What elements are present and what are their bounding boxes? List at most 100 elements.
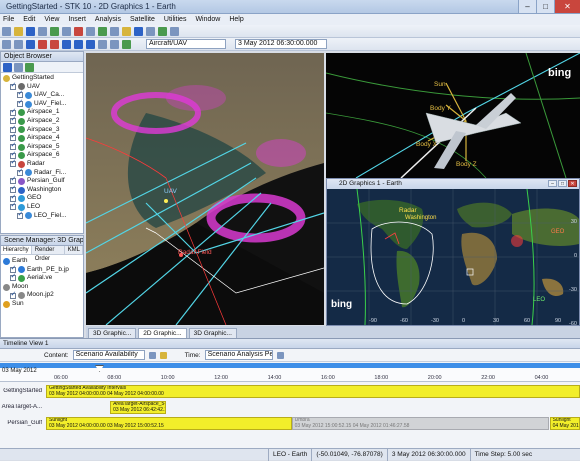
timeline-interval-bar[interactable]: Umbra 03 May 2012 15:00:52.15 04 May 2012… [291, 417, 550, 430]
visibility-checkbox[interactable] [10, 202, 16, 211]
scene-tree-item[interactable]: Moon.jp2 [1, 291, 83, 300]
scene-visibility-checkbox[interactable] [10, 265, 16, 273]
visibility-checkbox[interactable] [10, 108, 16, 116]
menu-analysis[interactable]: Analysis [95, 16, 121, 23]
visibility-checkbox[interactable] [10, 82, 16, 90]
terrain-icon[interactable] [158, 26, 167, 36]
step-back-icon[interactable] [38, 39, 47, 49]
increase-step-icon[interactable] [110, 39, 119, 49]
decrease-step-icon[interactable] [98, 39, 107, 49]
zoom-icon[interactable] [146, 26, 155, 36]
timeline-edit-icon[interactable] [159, 351, 167, 359]
status-frame: LEO - Earth [268, 448, 311, 461]
content-select[interactable]: Scenario Availability [72, 350, 145, 360]
object-browser: Object Browser GettingStartedUAVUAV_Ca..… [0, 51, 84, 234]
scene-tab[interactable]: Render Order [33, 246, 65, 262]
visibility-checkbox[interactable] [10, 159, 16, 168]
view-tab[interactable]: 3D Graphic... [188, 328, 237, 338]
map-2d-window[interactable]: 2D Graphics 1 - Earth – □ ✕ Radar Washin… [326, 178, 580, 326]
reset-icon[interactable] [26, 39, 35, 49]
visibility-checkbox[interactable] [10, 133, 16, 142]
object-tree-item[interactable]: UAV_Ca... [1, 90, 83, 100]
menu-view[interactable]: View [44, 16, 59, 23]
time-tick-label: 08:00 [107, 375, 122, 381]
browser-insert-icon[interactable] [25, 62, 34, 72]
view-3d-globe[interactable]: UAV Radar Field [86, 53, 324, 325]
window-title: GettingStarted - STK 10 - 2D Graphics 1 … [6, 2, 176, 11]
timeline-interval-bar[interactable]: GettingStarted Availability Intervals 03 … [46, 385, 580, 398]
browser-new-icon[interactable] [3, 62, 12, 72]
view-tab[interactable]: 3D Graphic... [88, 328, 137, 338]
menu-file[interactable]: File [3, 16, 14, 23]
map-close-button[interactable]: ✕ [568, 180, 577, 187]
object-tree-item[interactable]: LEO_Fiel... [1, 211, 83, 221]
save-icon[interactable] [26, 26, 35, 36]
globe-icon[interactable] [98, 26, 107, 36]
close-button[interactable]: ✕ [554, 0, 580, 13]
menu-insert[interactable]: Insert [68, 16, 86, 23]
zoom-in-icon[interactable] [2, 39, 11, 49]
play-reverse-icon[interactable] [50, 39, 59, 49]
menu-satellite[interactable]: Satellite [130, 16, 155, 23]
time-select[interactable]: Scenario Analysis Perio [204, 350, 273, 360]
visibility-checkbox[interactable] [10, 116, 16, 125]
insert-object-icon[interactable] [50, 26, 59, 36]
menu-edit[interactable]: Edit [23, 16, 35, 23]
map-icon[interactable] [110, 26, 119, 36]
object-tree-item[interactable]: UAV [1, 82, 83, 92]
view-tab[interactable]: 2D Graphic... [138, 328, 187, 338]
scene-tab[interactable]: Hierarchy [1, 246, 32, 254]
zoom-out-icon[interactable] [14, 39, 23, 49]
scene-visibility-checkbox[interactable] [10, 291, 16, 299]
scene-manager-tabs: Hierarchy Render Order KML [1, 246, 83, 262]
measure-icon[interactable] [170, 26, 179, 36]
step-forward-icon[interactable] [86, 39, 95, 49]
visibility-checkbox[interactable] [10, 151, 16, 159]
print-icon[interactable] [38, 26, 47, 36]
uav-scene [326, 53, 580, 179]
lat-tick-label: 0 [573, 253, 577, 259]
menu-help[interactable]: Help [229, 16, 243, 23]
view-from-icon[interactable] [134, 26, 143, 36]
visibility-checkbox[interactable] [17, 90, 23, 99]
scene-visibility-checkbox[interactable] [10, 273, 16, 282]
date-combo[interactable]: 3 May 2012 06:30:00.000 [235, 39, 327, 49]
visibility-checkbox[interactable] [10, 194, 16, 202]
properties-icon[interactable] [62, 26, 71, 36]
scene-tree-item[interactable]: Sun [1, 300, 83, 309]
visibility-checkbox[interactable] [10, 125, 16, 133]
realtime-icon[interactable] [122, 39, 131, 49]
browser-filter-icon[interactable] [14, 62, 23, 72]
visibility-checkbox[interactable] [10, 176, 16, 185]
light-icon[interactable] [122, 26, 131, 36]
minimize-button[interactable]: – [518, 0, 536, 13]
play-icon[interactable] [74, 39, 83, 49]
graph-icon[interactable] [86, 26, 95, 36]
maximize-button[interactable]: □ [536, 0, 554, 13]
object-tree-item[interactable]: Radar [1, 159, 83, 169]
visibility-checkbox[interactable] [17, 99, 23, 108]
pause-icon[interactable] [62, 39, 71, 49]
menu-window[interactable]: Window [195, 16, 220, 23]
visibility-checkbox[interactable] [10, 142, 16, 151]
sensor-icon [25, 169, 32, 177]
new-icon[interactable] [2, 26, 11, 36]
scene-tree-item[interactable]: Aerial.ve [1, 273, 83, 283]
scene-tab[interactable]: KML [66, 246, 83, 254]
report-icon[interactable] [74, 26, 83, 36]
object-combo[interactable]: Aircraft/UAV [146, 39, 226, 49]
timeline-interval-bar[interactable]: Sunlight 04 May 2012 [549, 417, 580, 430]
visibility-checkbox[interactable] [17, 211, 23, 219]
world-map [327, 188, 579, 325]
timeline-interval-bar[interactable]: AreaTarget-Airspace_5-T 03 May 2012 06:42… [110, 401, 167, 414]
map-minimize-button[interactable]: – [548, 180, 557, 187]
visibility-checkbox[interactable] [17, 168, 23, 176]
timeline-settings-icon[interactable] [276, 351, 284, 359]
object-tree-item[interactable]: LEO [1, 202, 83, 212]
timeline-interval-bar[interactable]: Sunlight 03 May 2012 04:00:00.00 03 May 2… [46, 417, 292, 430]
visibility-checkbox[interactable] [10, 185, 16, 194]
open-icon[interactable] [14, 26, 23, 36]
map-maximize-button[interactable]: □ [558, 180, 567, 187]
menu-utilities[interactable]: Utilities [164, 16, 187, 23]
timeline-zoom-icon[interactable] [148, 351, 156, 359]
